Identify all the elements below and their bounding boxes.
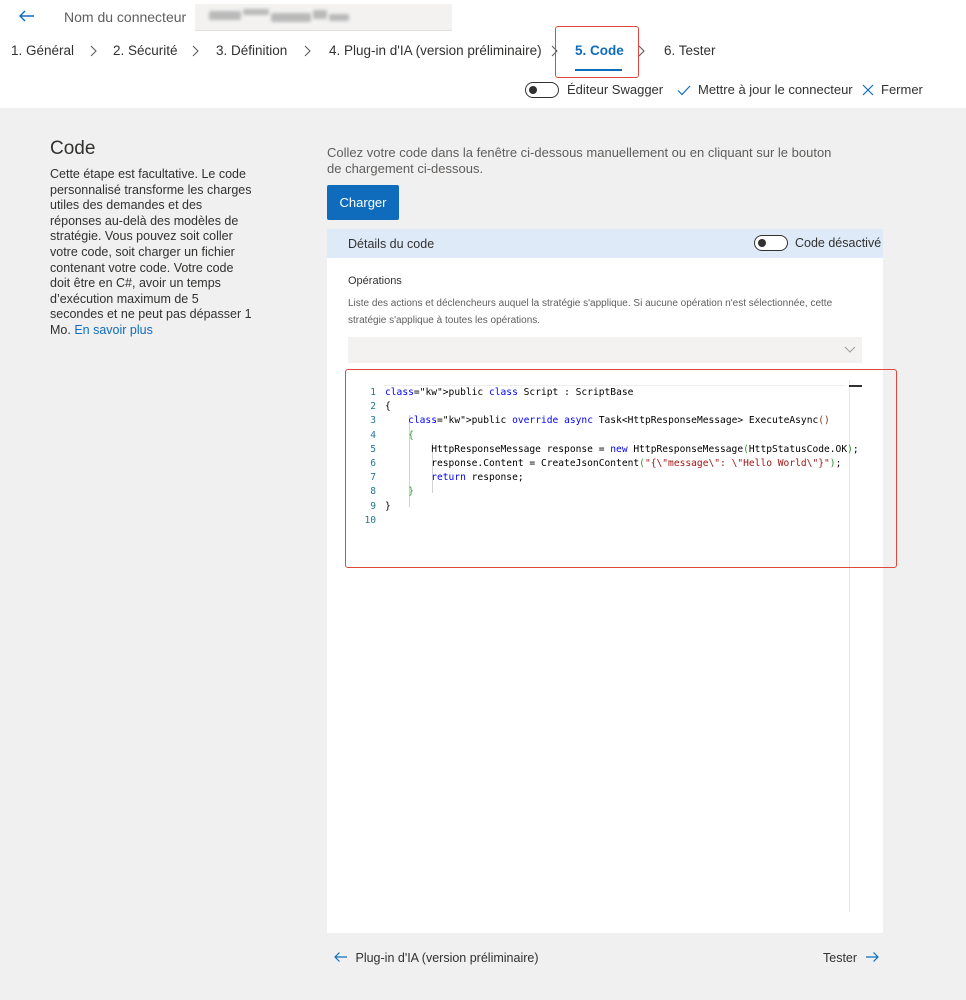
update-connector-button[interactable]: Mettre à jour le connecteur xyxy=(698,82,853,97)
operations-title: Opérations xyxy=(348,275,402,287)
description-text: Cette étape est facultative. Le code per… xyxy=(50,167,252,337)
page-title: Code xyxy=(50,138,96,159)
connector-name-input[interactable] xyxy=(195,4,452,31)
checkmark-icon xyxy=(677,85,691,96)
chevron-right-icon xyxy=(304,45,311,57)
swagger-editor-label: Éditeur Swagger xyxy=(567,82,664,97)
operations-description: Liste des actions et déclencheurs auquel… xyxy=(348,298,833,326)
chevron-right-icon xyxy=(192,45,199,57)
panel-header: Détails du code Code désactivé xyxy=(327,229,883,258)
connector-name-label: Nom du connecteur xyxy=(64,9,187,25)
intro-text: Collez votre code dans la fenêtre ci-des… xyxy=(327,145,832,176)
arrow-left-icon xyxy=(334,952,347,962)
upload-button[interactable]: Charger xyxy=(327,185,399,220)
step-definition[interactable]: 3. Définition xyxy=(216,43,287,58)
code-highlight-box xyxy=(345,369,897,568)
swagger-editor-toggle[interactable] xyxy=(525,82,559,98)
arrow-right-icon xyxy=(865,952,879,962)
previous-step-button[interactable]: Plug-in d'IA (version préliminaire) xyxy=(334,951,539,965)
wizard-header: Nom du connecteur 1. Général 2. Sécurité… xyxy=(0,0,966,108)
next-step-button[interactable]: Tester xyxy=(823,951,879,965)
learn-more-link[interactable]: En savoir plus xyxy=(74,323,153,337)
close-button[interactable]: Fermer xyxy=(881,82,923,97)
code-enabled-toggle[interactable] xyxy=(754,235,788,251)
next-step-label: Tester xyxy=(823,951,858,965)
step-ai-plugin[interactable]: 4. Plug-in d'IA (version préliminaire) xyxy=(329,43,542,58)
chevron-right-icon xyxy=(90,45,97,57)
close-icon xyxy=(862,84,874,96)
code-toggle-label: Code désactivé xyxy=(795,236,882,250)
previous-step-label: Plug-in d'IA (version préliminaire) xyxy=(355,951,539,965)
chevron-down-icon xyxy=(844,346,856,353)
step-test[interactable]: 6. Tester xyxy=(664,43,716,58)
back-arrow-icon[interactable] xyxy=(17,6,37,26)
operations-dropdown[interactable] xyxy=(348,337,862,363)
page-description: Cette étape est facultative. Le code per… xyxy=(50,167,255,339)
step-general[interactable]: 1. Général xyxy=(11,43,74,58)
step-highlight-box xyxy=(555,26,639,78)
wizard-steps: 1. Général 2. Sécurité 3. Définition 4. … xyxy=(0,32,966,74)
panel-title: Détails du code xyxy=(348,237,435,251)
step-security[interactable]: 2. Sécurité xyxy=(113,43,178,58)
